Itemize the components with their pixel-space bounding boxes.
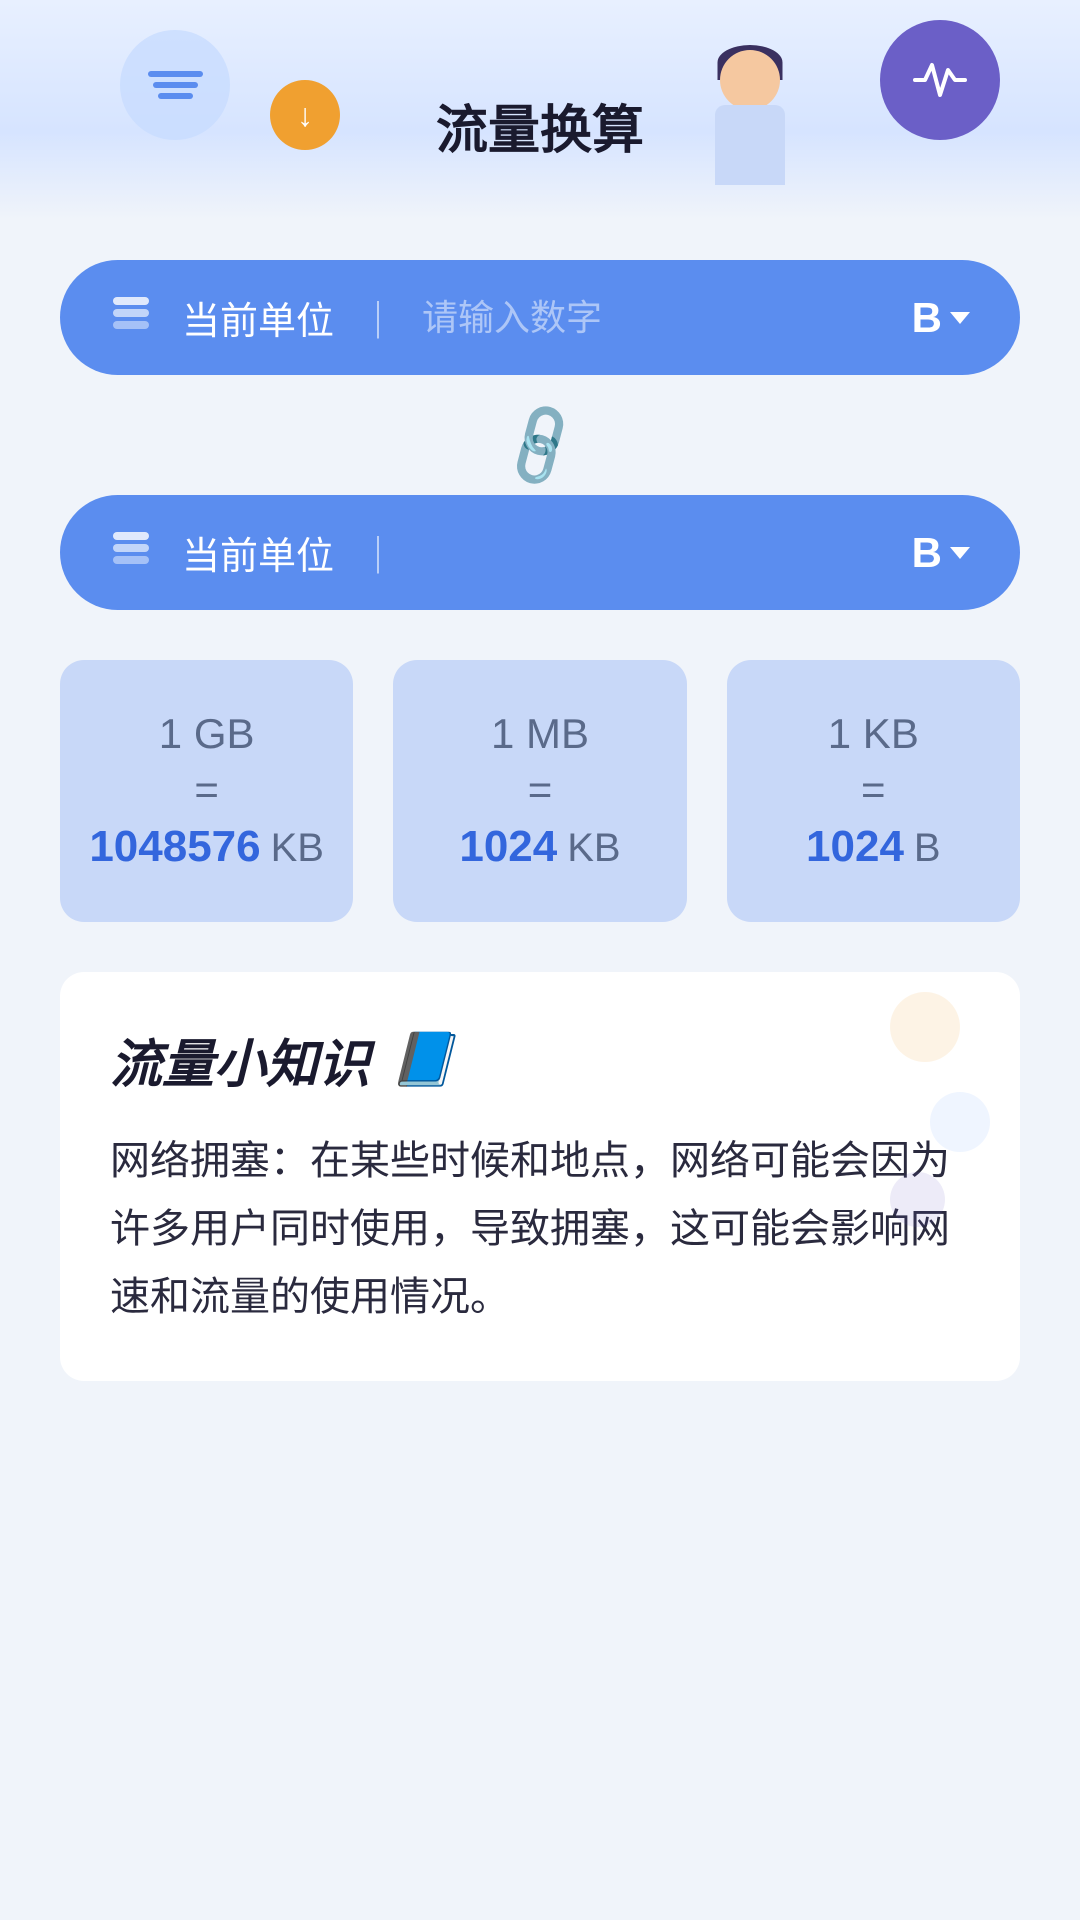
knowledge-section: 流量小知识 📘 网络拥塞：在某些时候和地点，网络可能会因为许多用户同时使用，导致… xyxy=(60,972,1020,1381)
input1-label: 当前单位 xyxy=(182,290,334,345)
input1-divider: ｜ xyxy=(359,290,397,345)
conv-gb-from: 1 GB xyxy=(159,710,255,758)
person-illustration xyxy=(660,40,840,220)
deco-orange-circle xyxy=(890,992,960,1062)
header-right-icon xyxy=(880,20,1000,140)
book-icon: 📘 xyxy=(390,1029,455,1090)
knowledge-content: 网络拥塞：在某些时候和地点，网络可能会因为许多用户同时使用，导致拥塞，这可能会影… xyxy=(110,1127,970,1331)
conv-mb-equals: = xyxy=(528,766,553,814)
input1-unit-label: B xyxy=(912,294,942,342)
input2-unit-label: B xyxy=(912,529,942,577)
page-title: 流量换算 xyxy=(436,88,644,163)
deco-purple-circle xyxy=(890,1172,945,1227)
conv-gb-unit: KB xyxy=(271,826,324,871)
conversion-card-gb: 1 GB = 1048576 KB xyxy=(60,660,353,922)
conv-kb-value: 1024 xyxy=(806,822,904,872)
header-orange-circle: ↓ xyxy=(270,80,340,150)
unit1-dropdown-arrow xyxy=(950,312,970,324)
person-torso xyxy=(715,105,785,185)
wave-line-3 xyxy=(158,93,193,99)
conversion-card-kb: 1 KB = 1024 B xyxy=(727,660,1020,922)
chain-link-icon: 🔗 xyxy=(490,396,590,495)
conv-mb-unit: KB xyxy=(567,826,620,871)
input-card-1[interactable]: 当前单位 ｜ B xyxy=(60,260,1020,375)
conv-kb-unit: B xyxy=(914,826,941,871)
input-card-2[interactable]: 当前单位 ｜ B xyxy=(60,495,1020,610)
wave-icon xyxy=(148,71,203,99)
conversion-section: 1 GB = 1048576 KB 1 MB = 1024 KB 1 KB = … xyxy=(60,660,1020,922)
wave-line-1 xyxy=(148,71,203,77)
conv-kb-equals: = xyxy=(861,766,886,814)
link-icon-container: 🔗 xyxy=(60,405,1020,485)
input1-unit[interactable]: B xyxy=(912,294,970,342)
conversion-card-mb: 1 MB = 1024 KB xyxy=(393,660,686,922)
pulse-icon xyxy=(910,50,970,110)
input2-label: 当前单位 xyxy=(182,525,334,580)
input2-divider: ｜ xyxy=(359,525,397,580)
person-body xyxy=(660,40,840,220)
layers-icon-1 xyxy=(110,295,152,341)
conv-gb-equals: = xyxy=(194,766,219,814)
conv-mb-value: 1024 xyxy=(459,822,557,872)
unit2-dropdown-arrow xyxy=(950,547,970,559)
layers-icon-2 xyxy=(110,530,152,576)
input1-field[interactable] xyxy=(422,297,912,339)
input2-unit[interactable]: B xyxy=(912,529,970,577)
header-left-icon xyxy=(120,30,230,140)
footer-space xyxy=(60,1381,1020,1581)
conv-gb-value: 1048576 xyxy=(89,822,260,872)
conv-mb-from: 1 MB xyxy=(491,710,589,758)
deco-blue-circle xyxy=(930,1092,990,1152)
person-head xyxy=(720,50,780,110)
conv-kb-from: 1 KB xyxy=(828,710,919,758)
input2-field[interactable] xyxy=(422,532,912,574)
knowledge-title: 流量小知识 📘 xyxy=(110,1022,970,1097)
knowledge-title-text: 流量小知识 xyxy=(110,1022,370,1097)
header: ↓ 流量换算 xyxy=(0,0,1080,220)
knowledge-decoration xyxy=(890,992,990,1227)
wave-line-2 xyxy=(153,82,198,88)
main-content: 当前单位 ｜ B 🔗 当前单位 ｜ B 1 GB xyxy=(0,220,1080,1621)
